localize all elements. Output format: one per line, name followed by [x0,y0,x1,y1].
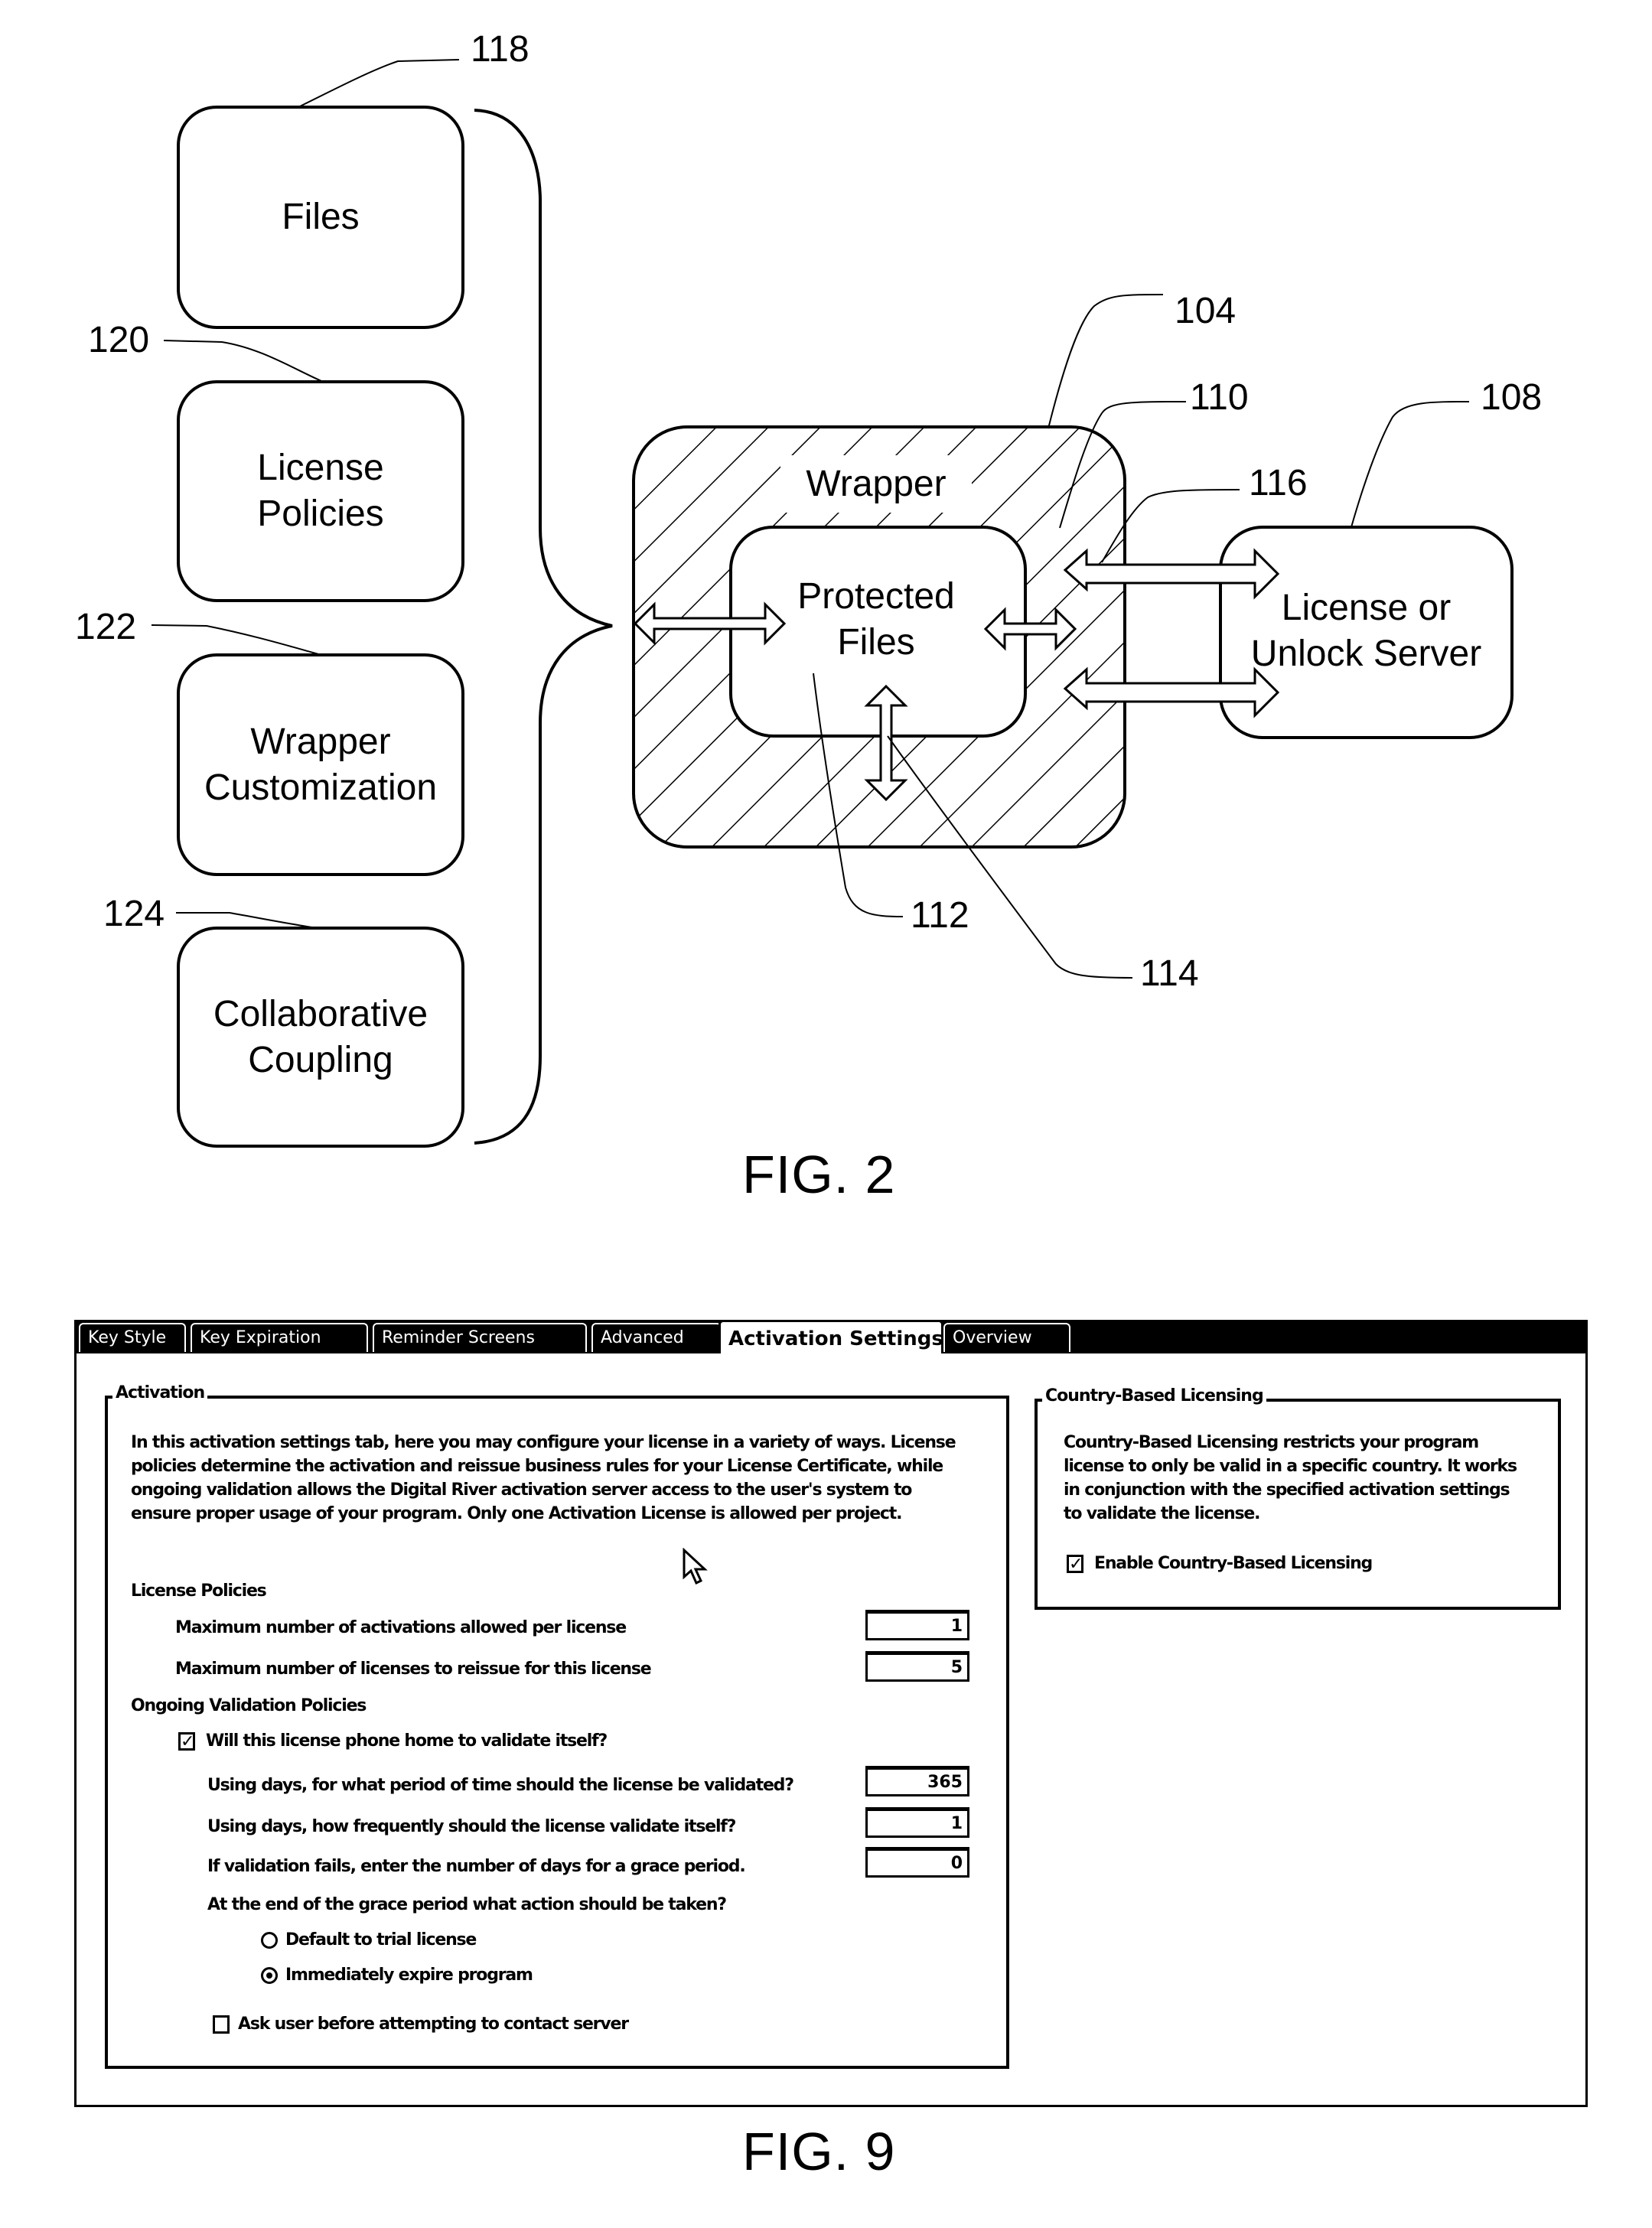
files-label: Files [282,197,360,237]
leader-104 [1048,294,1164,429]
radio-expire-program-label: Immediately expire program [285,1966,533,1985]
tab-panel: Activation In this activation settings t… [74,1353,1588,2107]
grace-period-label: If validation fails, enter the number of… [207,1857,746,1876]
license-server-label: License or Unlock Server [1250,588,1482,674]
ref-110: 110 [1190,377,1249,418]
phone-home-checkbox[interactable]: ✓ [178,1732,195,1751]
ref-124: 124 [103,894,165,934]
leader-122 [151,624,322,656]
ref-114: 114 [1140,953,1199,994]
ask-user-label: Ask user before attempting to contact se… [238,2015,629,2034]
phone-home-label: Will this license phone home to validate… [206,1731,608,1751]
enable-country-label: Enable Country-Based Licensing [1094,1554,1373,1573]
ongoing-validation-heading: Ongoing Validation Policies [131,1696,367,1715]
wrapper-customization-label: Wrapper Customization [204,721,438,808]
max-activations-input[interactable]: 1 [865,1610,969,1640]
tab-overview[interactable]: Overview [943,1323,1070,1352]
end-action-question: At the end of the grace period what acti… [207,1895,727,1914]
activation-group: Activation In this activation settings t… [105,1383,1009,2069]
ref-108: 108 [1481,377,1543,418]
country-group-title: Country-Based Licensing [1042,1386,1266,1406]
validation-period-label: Using days, for what period of time shou… [207,1776,794,1795]
validation-period-input[interactable]: 365 [865,1766,969,1796]
max-reissue-label: Maximum number of licenses to reissue fo… [175,1660,652,1679]
ref-112: 112 [911,895,969,936]
radio-default-trial-label: Default to trial license [285,1930,477,1949]
leader-118 [298,59,460,108]
validation-frequency-input[interactable]: 1 [865,1807,969,1838]
fig9-caption: FIG. 9 [742,2122,896,2181]
tab-advanced[interactable]: Advanced [591,1323,722,1352]
license-policies-label: License Policies [257,448,384,534]
tab-reminder-screens[interactable]: Reminder Screens [373,1323,587,1352]
ref-122: 122 [75,607,137,647]
country-description: Country-Based Licensing restricts your p… [1064,1433,1517,1523]
leader-108 [1351,401,1470,528]
collaborative-coupling-label: Collaborative Coupling [213,993,428,1080]
tab-activation-settings[interactable]: Activation Settings [718,1320,943,1355]
ref-116: 116 [1249,463,1308,503]
radio-expire-program[interactable] [261,1967,278,1984]
max-activations-label: Maximum number of activations allowed pe… [175,1618,627,1637]
ref-118: 118 [471,29,529,70]
check-icon: ✓ [181,1731,195,1751]
activation-settings-dialog: Key Style Key Expiration Reminder Screen… [74,1320,1588,2107]
wrapper-label: Wrapper [806,463,947,504]
radio-selected-dot [266,1972,272,1979]
fig2-caption: FIG. 2 [742,1145,896,1204]
leader-120 [163,340,322,382]
validation-frequency-label: Using days, how frequently should the li… [207,1817,736,1836]
tab-key-expiration[interactable]: Key Expiration [191,1323,368,1352]
mouse-cursor-icon [683,1548,708,1585]
ref-104: 104 [1175,291,1237,331]
grouping-brace [474,109,613,1145]
tab-key-style[interactable]: Key Style [79,1323,186,1352]
country-licensing-group: Country-Based Licensing Country-Based Li… [1035,1386,1561,1610]
enable-country-checkbox[interactable]: ✓ [1067,1555,1083,1573]
activation-description: In this activation settings tab, here yo… [131,1433,956,1523]
license-policies-heading: License Policies [131,1581,267,1601]
activation-group-title: Activation [112,1383,208,1402]
protected-files-label: Protected Files [797,576,955,663]
grace-period-input[interactable]: 0 [865,1847,969,1878]
max-reissue-input[interactable]: 5 [865,1651,969,1682]
leader-124 [176,912,322,930]
check-icon: ✓ [1069,1554,1083,1573]
ask-user-checkbox[interactable] [213,2015,230,2034]
ref-120: 120 [88,320,150,360]
radio-default-trial[interactable] [261,1932,278,1949]
